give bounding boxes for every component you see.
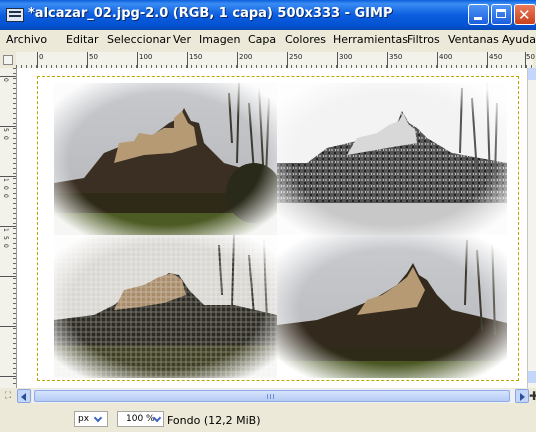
zoom-toggle-icon[interactable]: ⛶ [2,390,14,402]
image-panel-original [54,83,277,235]
ruler-major-tick [0,276,16,277]
close-icon: ✕ [518,6,531,24]
castle-photo-original [54,83,277,235]
ruler-label: 0 [2,194,9,198]
horizontal-ruler[interactable]: 0 50 100 150 200 250 300 350 400 450 50 [16,52,535,69]
castle-photo-vignette [277,235,507,378]
ruler-label: 1 [2,178,9,182]
menu-archivo[interactable]: Archivo [6,33,47,46]
ruler-label: 0 [2,136,9,140]
menu-seleccionar[interactable]: Seleccionar [107,33,171,46]
navigate-icon[interactable]: ✚ [529,390,536,402]
ruler-label: 450 [489,53,503,61]
ruler-major-tick [0,176,16,177]
maximize-icon [496,9,506,18]
arrow-right-icon [520,393,525,401]
ruler-label: 1 [2,228,9,232]
horizontal-scroll-thumb[interactable] [34,390,510,402]
chevron-down-icon [93,413,103,423]
ruler-major-tick [87,52,88,68]
vertical-ruler[interactable]: 0 5 0 1 0 0 1 5 0 [0,68,17,388]
ruler-label: 400 [439,53,453,61]
ruler-major-tick [337,52,338,68]
ruler-major-tick [0,326,16,327]
menu-colores[interactable]: Colores [285,33,326,46]
ruler-major-tick [437,52,438,68]
ruler-label: 50 [526,53,535,61]
ruler-major-tick [487,52,488,68]
quick-mask-corner-button[interactable] [3,55,13,65]
ruler-major-tick [287,52,288,68]
ruler-label: 150 [189,53,203,61]
menu-herramientas[interactable]: Herramientas [333,33,408,46]
menu-ventanas[interactable]: Ventanas [448,33,499,46]
gimp-window-icon[interactable] [6,8,24,22]
ruler-major-tick [0,226,16,227]
ruler-label: 0 [2,78,9,82]
menu-imagen[interactable]: Imagen [199,33,240,46]
layer-status-text: Fondo (12,2 MiB) [167,414,261,427]
zoom-select[interactable]: 100 % [117,411,164,427]
close-button[interactable]: ✕ [514,4,536,25]
scroll-down-button[interactable] [528,371,536,383]
minimize-button[interactable] [468,4,489,25]
horizontal-scroll-row: ⛶ ✚ [0,388,536,404]
menu-editar[interactable]: Editar [66,33,99,46]
scroll-left-button[interactable] [17,389,31,403]
ruler-major-tick [0,376,16,377]
image-panel-vignette [277,235,507,378]
maximize-button[interactable] [491,4,512,25]
title-bar[interactable]: *alcazar_02.jpg-2.0 (RGB, 1 capa) 500x33… [0,0,536,30]
menu-filtros[interactable]: Filtros [407,33,440,46]
vertical-scrollbar[interactable] [527,68,536,388]
ruler-label: 5 [2,236,9,240]
ruler-major-tick [237,52,238,68]
scroll-right-button[interactable] [515,389,529,403]
ruler-major-tick [37,52,38,68]
zoom-value: 100 % [126,414,155,424]
ruler-label: 350 [389,53,403,61]
minimize-icon [474,17,482,20]
castle-photo-grayscale [277,83,507,235]
ruler-label: 5 [2,128,9,132]
ruler-major-tick [0,126,16,127]
image-canvas-area[interactable] [17,68,527,388]
unit-value: px [78,414,90,424]
menu-ver[interactable]: Ver [173,33,191,46]
scroll-grip-icon [267,394,275,399]
menu-ayuda[interactable]: Ayuda [502,33,536,46]
arrow-left-icon [21,393,26,401]
ruler-label: 300 [339,53,353,61]
ruler-label: 100 [139,53,153,61]
ruler-label: 200 [239,53,253,61]
ruler-major-tick [137,52,138,68]
window-title: *alcazar_02.jpg-2.0 (RGB, 1 capa) 500x33… [28,6,393,21]
ruler-major-tick [0,76,16,77]
ruler-label: 0 [39,53,44,61]
image-panel-grayscale-edges [277,83,507,235]
gimp-image-window: *alcazar_02.jpg-2.0 (RGB, 1 capa) 500x33… [0,0,536,432]
unit-select[interactable]: px [74,411,108,427]
status-bar: px 100 % Fondo (12,2 MiB) [0,404,536,432]
ruler-label: 0 [2,244,9,248]
ruler-label: 250 [289,53,303,61]
menu-bar: Archivo Editar Seleccionar Ver Imagen Ca… [0,30,536,50]
scroll-up-button[interactable] [528,68,536,80]
ruler-major-tick [187,52,188,68]
ruler-label: 0 [2,186,9,190]
menu-capa[interactable]: Capa [248,33,276,46]
castle-photo-textured [54,235,277,378]
ruler-major-tick [387,52,388,68]
image-canvas[interactable] [37,76,519,381]
image-panel-texture [54,235,277,378]
ruler-label: 50 [89,53,98,61]
